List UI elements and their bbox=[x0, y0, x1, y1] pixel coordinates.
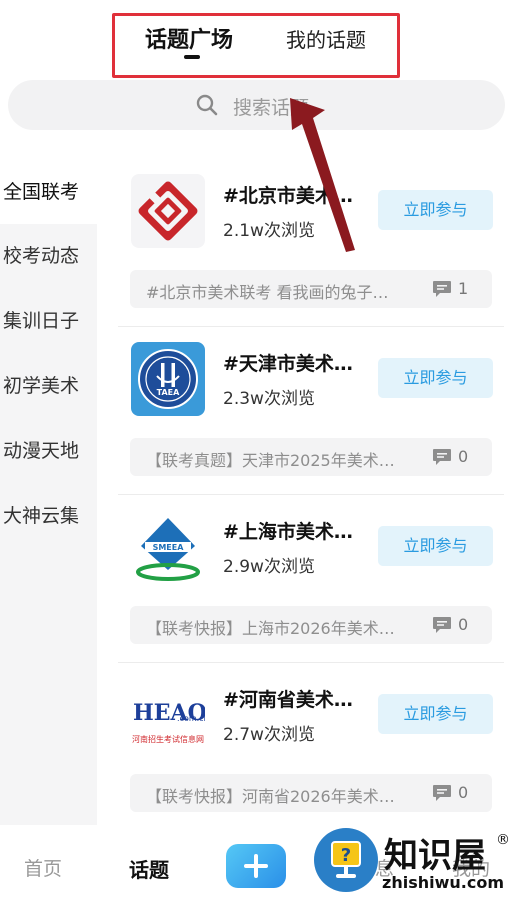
sidebar-item-masters[interactable]: 大神云集 bbox=[0, 484, 97, 548]
top-tab-bar: 话题广场 我的话题 bbox=[0, 0, 512, 80]
post-preview-text: 【联考快报】河南省2026年美术… bbox=[146, 787, 395, 806]
latest-post[interactable]: 【联考快报】上海市2026年美术… 0 bbox=[130, 606, 492, 644]
comment-icon bbox=[433, 281, 451, 297]
plus-icon bbox=[244, 854, 268, 878]
comment-count: 1 bbox=[458, 279, 469, 298]
henan-logo-icon: HEAO .com.cn 河南招生考试信息网 bbox=[131, 678, 205, 752]
comment-count: 0 bbox=[458, 447, 469, 466]
topic-title: #上海市美术… bbox=[223, 521, 353, 543]
create-post-button[interactable] bbox=[226, 844, 286, 888]
svg-text:?: ? bbox=[341, 845, 351, 866]
sidebar-item-national[interactable]: 全国联考 bbox=[0, 160, 97, 224]
comment-count: 0 bbox=[458, 783, 469, 802]
category-sidebar: 全国联考 校考动态 集训日子 初学美术 动漫天地 大神云集 bbox=[0, 160, 97, 825]
card-divider bbox=[118, 494, 504, 495]
watermark-text: 知识屋 bbox=[384, 836, 486, 876]
latest-post[interactable]: 【联考快报】河南省2026年美术… 0 bbox=[130, 774, 492, 812]
topic-views: 2.1w次浏览 bbox=[223, 221, 315, 241]
comment-icon bbox=[433, 617, 451, 633]
shanghai-logo-icon: SMEEA bbox=[131, 510, 205, 584]
comment-icon bbox=[433, 449, 451, 465]
henan-logo-suffix: .com.cn bbox=[177, 714, 205, 723]
topic-card[interactable]: #北京市美术… 2.1w次浏览 立即参与 #北京市美术联考 看我画的兔子… 1 bbox=[118, 160, 504, 328]
watermark-registered: ® bbox=[496, 832, 510, 848]
card-divider bbox=[118, 662, 504, 663]
topic-views: 2.9w次浏览 bbox=[223, 557, 315, 577]
nav-topic[interactable]: 话题 bbox=[129, 854, 169, 883]
henan-logo-caption: 河南招生考试信息网 bbox=[132, 735, 204, 744]
topic-views: 2.7w次浏览 bbox=[223, 725, 315, 745]
sidebar-item-anime[interactable]: 动漫天地 bbox=[0, 419, 97, 483]
topic-card[interactable]: SMEEA #上海市美术… 2.9w次浏览 立即参与 【联考快报】上海市2026… bbox=[118, 496, 504, 664]
topic-title: #北京市美术… bbox=[223, 185, 353, 207]
comment-count: 0 bbox=[458, 615, 469, 634]
topic-views: 2.3w次浏览 bbox=[223, 389, 315, 409]
sidebar-item-beginner[interactable]: 初学美术 bbox=[0, 354, 97, 418]
watermark-url: zhishiwu.com bbox=[382, 873, 504, 892]
sidebar-item-training[interactable]: 集训日子 bbox=[0, 289, 97, 353]
search-placeholder: 搜索话题 bbox=[233, 97, 310, 119]
join-button[interactable]: 立即参与 bbox=[378, 190, 493, 230]
tianjin-logo-text: TAEA bbox=[156, 388, 180, 397]
topic-card[interactable]: HEAO .com.cn 河南招生考试信息网 #河南省美术… 2.7w次浏览 立… bbox=[118, 664, 504, 832]
post-preview-text: #北京市美术联考 看我画的兔子… bbox=[146, 283, 389, 302]
watermark-logo-icon: ? bbox=[314, 828, 378, 892]
post-preview-text: 【联考真题】天津市2025年美术… bbox=[146, 451, 395, 470]
comment-icon bbox=[433, 785, 451, 801]
latest-post[interactable]: 【联考真题】天津市2025年美术… 0 bbox=[130, 438, 492, 476]
sidebar-item-school-exam[interactable]: 校考动态 bbox=[0, 224, 97, 288]
beijing-logo-icon bbox=[131, 174, 205, 248]
join-button[interactable]: 立即参与 bbox=[378, 526, 493, 566]
join-button[interactable]: 立即参与 bbox=[378, 358, 493, 398]
topic-card[interactable]: TAEA #天津市美术… 2.3w次浏览 立即参与 【联考真题】天津市2025年… bbox=[118, 328, 504, 496]
annotation-highlight-box bbox=[112, 13, 400, 78]
latest-post[interactable]: #北京市美术联考 看我画的兔子… 1 bbox=[130, 270, 492, 308]
join-button[interactable]: 立即参与 bbox=[378, 694, 493, 734]
search-icon bbox=[196, 94, 218, 116]
card-divider bbox=[118, 326, 504, 327]
shanghai-logo-text: SMEEA bbox=[152, 543, 184, 552]
tianjin-logo-icon: TAEA bbox=[131, 342, 205, 416]
topic-title: #天津市美术… bbox=[223, 353, 353, 375]
nav-home[interactable]: 首页 bbox=[24, 854, 62, 881]
topic-title: #河南省美术… bbox=[223, 689, 353, 711]
post-preview-text: 【联考快报】上海市2026年美术… bbox=[146, 619, 395, 638]
